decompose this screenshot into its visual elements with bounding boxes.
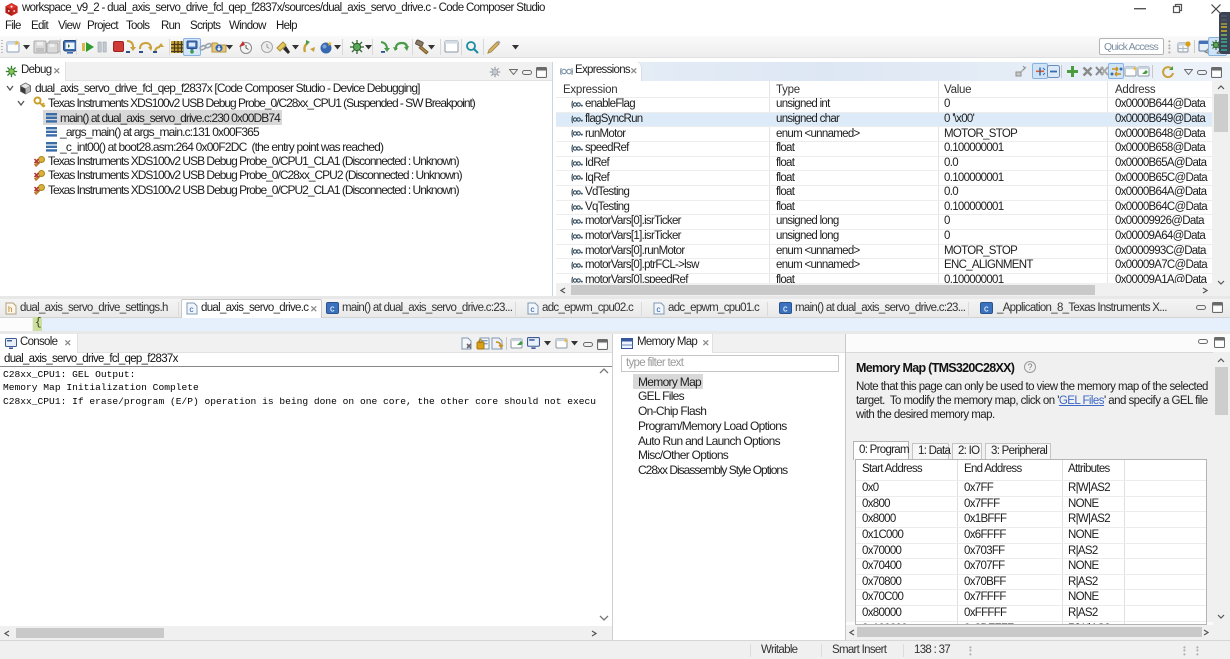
svg-text:c: c (783, 303, 788, 313)
svg-text:c: c (530, 304, 535, 314)
svg-text:c: c (189, 304, 194, 314)
svg-text:c: c (984, 303, 989, 313)
svg-text:c: c (330, 303, 335, 313)
svg-text:h: h (8, 305, 12, 314)
svg-text:c: c (656, 304, 661, 314)
